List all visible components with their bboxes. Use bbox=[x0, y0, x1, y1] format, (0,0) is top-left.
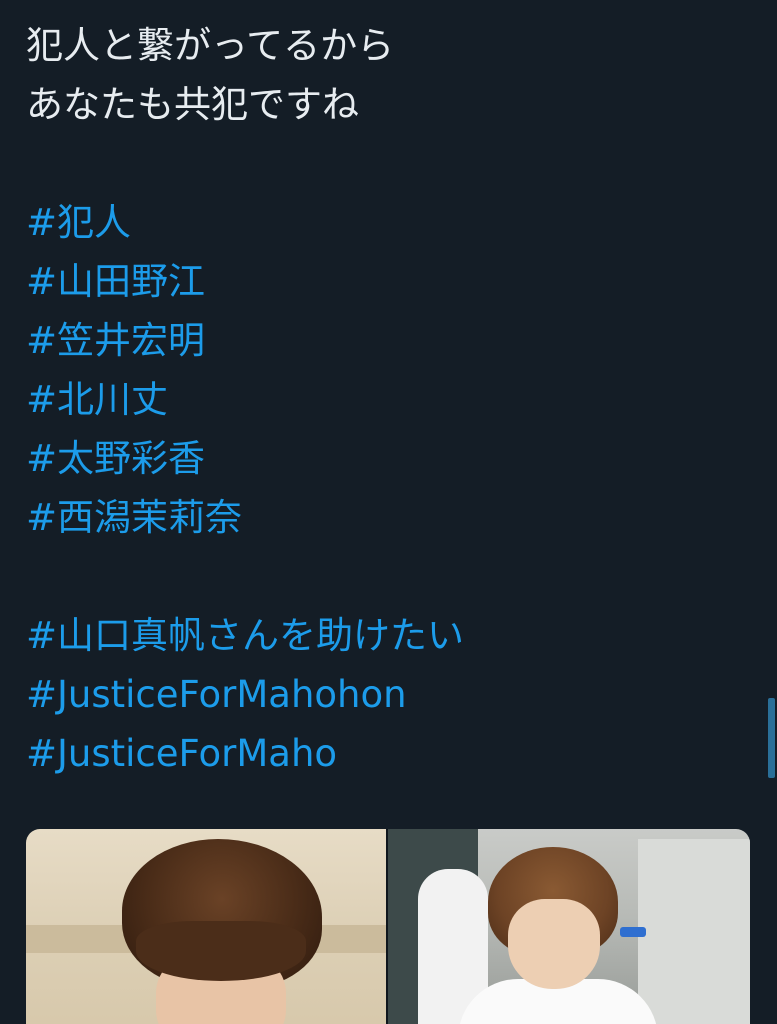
media-photo-left[interactable] bbox=[26, 829, 386, 1024]
hashtag-link[interactable]: #犯人 bbox=[26, 193, 756, 252]
wristband bbox=[620, 927, 646, 937]
hashtag-link[interactable]: #太野彩香 bbox=[26, 429, 756, 488]
hashtag-link[interactable]: #山田野江 bbox=[26, 252, 756, 311]
tweet-media-grid bbox=[26, 829, 750, 1024]
line-break bbox=[26, 134, 756, 193]
person-fringe bbox=[136, 921, 306, 981]
tweet-screen: 犯人と繋がってるから あなたも共犯ですね #犯人 #山田野江 #笠井宏明 #北川… bbox=[0, 0, 777, 1024]
hashtag-link[interactable]: #山口真帆さんを助けたい bbox=[26, 606, 756, 665]
hashtag-link[interactable]: #JusticeForMahohon bbox=[26, 665, 756, 724]
tweet-text-line: あなたも共犯ですね bbox=[26, 83, 359, 126]
tweet-body: 犯人と繋がってるから あなたも共犯ですね #犯人 #山田野江 #笠井宏明 #北川… bbox=[26, 16, 756, 783]
hashtag-link[interactable]: #北川丈 bbox=[26, 370, 756, 429]
crowd-figure bbox=[638, 839, 750, 1024]
tweet-text-line: 犯人と繋がってるから bbox=[26, 24, 395, 67]
hashtag-link[interactable]: #西潟茉莉奈 bbox=[26, 488, 756, 547]
line-break bbox=[26, 547, 756, 606]
hashtag-link[interactable]: #JusticeForMaho bbox=[26, 724, 756, 783]
person-face bbox=[508, 899, 600, 989]
scrollbar-thumb[interactable] bbox=[768, 698, 775, 778]
media-photo-right[interactable] bbox=[388, 829, 750, 1024]
hashtag-link[interactable]: #笠井宏明 bbox=[26, 311, 756, 370]
